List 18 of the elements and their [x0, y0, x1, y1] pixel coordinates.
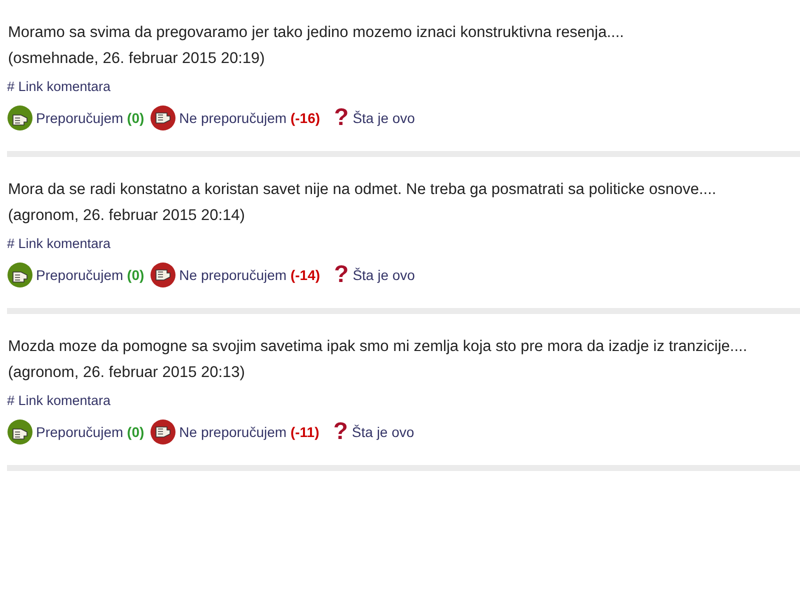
help-link[interactable]: ? Šta je ovo	[334, 106, 415, 130]
comment-signature: (agronom, 26. februar 2015 20:13)	[8, 363, 246, 383]
recommend-link[interactable]: Preporučujem (0)	[7, 262, 144, 288]
comment-link[interactable]: # Link komentara	[7, 236, 111, 251]
not-recommend-link[interactable]: Ne preporučujem (-14)	[150, 262, 320, 288]
recommend-link[interactable]: Preporučujem (0)	[7, 105, 144, 131]
comment-text: Mozda moze da pomogne sa svojim savetima ipak smo mi zemlja koja sto pre mora da izadje iz tranzicije....	[8, 337, 748, 357]
comment-text: Mora da se radi konstatno a koristan savet nije na odmet. Ne treba ga posmatrati sa politicke osnove....	[8, 180, 718, 200]
comment-text: Moramo sa svima da pregovaramo jer tako jedino mozemo iznaci konstruktivna resenja....	[8, 23, 625, 43]
comment-signature: (osmehnade, 26. februar 2015 20:19)	[8, 49, 266, 69]
help-link[interactable]: ? Šta je ovo	[333, 420, 414, 444]
help-link[interactable]: ? Šta je ovo	[334, 263, 415, 287]
not-recommend-link[interactable]: Ne preporučujem (-11)	[150, 419, 320, 445]
comment-link[interactable]: # Link komentara	[7, 393, 111, 408]
recommend-link[interactable]: Preporučujem (0)	[7, 419, 144, 445]
comment-signature: (agronom, 26. februar 2015 20:14)	[8, 206, 246, 226]
comment-link[interactable]: # Link komentara	[7, 79, 111, 94]
not-recommend-link[interactable]: Ne preporučujem (-16)	[150, 105, 320, 131]
